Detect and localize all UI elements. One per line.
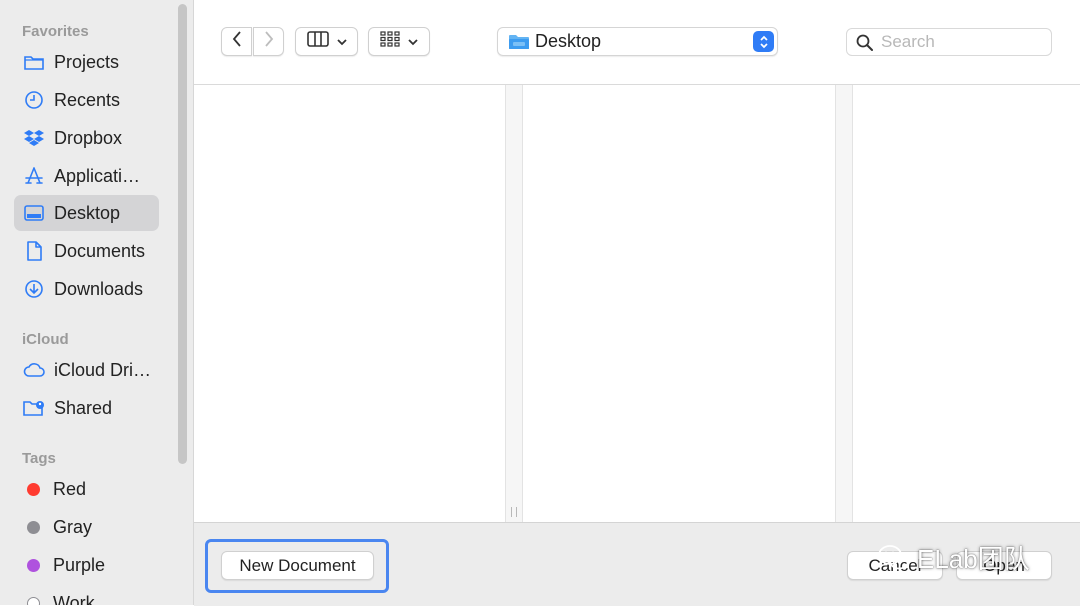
column-resizer[interactable]: [505, 85, 523, 522]
sidebar-item-label: Purple: [53, 554, 106, 575]
chevron-down-icon: [336, 33, 347, 51]
sidebar-item-label: iCloud Dri…: [54, 359, 152, 380]
folder-icon: [23, 51, 45, 73]
sidebar-item-label: Work: [53, 592, 95, 606]
sidebar-item-label: Desktop: [54, 202, 121, 223]
sidebar-item-label: Dropbox: [54, 127, 123, 148]
gray-tag-icon: [27, 520, 40, 534]
view-mode-button[interactable]: [295, 27, 358, 56]
icloud-section-title: iCloud: [22, 331, 69, 348]
sidebar-tag-red[interactable]: Red: [14, 471, 159, 507]
sidebar-scrollbar[interactable]: [178, 4, 187, 464]
downloads-icon: [23, 278, 45, 300]
clock-icon: [23, 89, 45, 111]
sidebar-item-label: Recents: [54, 89, 121, 110]
toolbar: Desktop: [194, 0, 1080, 85]
red-tag-icon: [27, 482, 40, 496]
back-button[interactable]: [221, 27, 252, 56]
column-view-icon: [306, 31, 329, 52]
sidebar-item-projects[interactable]: Projects: [14, 44, 159, 80]
applications-icon: [23, 165, 45, 187]
sidebar-item-label: Applicati…: [54, 165, 141, 186]
sidebar-tag-purple[interactable]: Purple: [14, 547, 159, 583]
favorites-section-title: Favorites: [22, 23, 89, 40]
sidebar-item-label: Red: [53, 478, 87, 499]
shared-folder-icon: [23, 397, 45, 419]
document-icon: [23, 240, 45, 262]
sidebar-item-dropbox[interactable]: Dropbox: [14, 120, 159, 156]
bottom-bar: New Document Cancel Open ELab团队: [194, 522, 1080, 606]
column-resizer[interactable]: [835, 85, 853, 522]
work-tag-icon: [27, 596, 40, 605]
cancel-button[interactable]: Cancel: [847, 551, 943, 580]
sidebar-item-recents[interactable]: Recents: [14, 82, 159, 118]
group-button[interactable]: [368, 27, 430, 56]
chevron-down-icon: [408, 33, 418, 51]
purple-tag-icon: [27, 558, 40, 572]
open-button[interactable]: Open: [956, 551, 1052, 580]
sidebar-item-icloud-drive[interactable]: iCloud Dri…: [14, 352, 159, 388]
column-browser: [194, 85, 1080, 522]
sidebar-tag-work[interactable]: Work: [14, 585, 159, 605]
location-label: Desktop: [535, 31, 602, 51]
chevron-left-icon: [232, 31, 242, 52]
chevron-right-icon: [264, 31, 274, 52]
folder-icon: [509, 34, 529, 50]
sidebar-item-shared[interactable]: Shared: [14, 390, 159, 426]
sidebar-item-desktop[interactable]: Desktop: [14, 195, 159, 231]
sidebar-item-applications[interactable]: Applicati…: [14, 158, 159, 194]
sidebar: Favorites Projects Recents Dropbox Appli…: [0, 0, 194, 605]
search-icon: [856, 34, 873, 51]
sidebar-tag-gray[interactable]: Gray: [14, 509, 159, 545]
sidebar-item-label: Downloads: [54, 278, 144, 299]
cloud-icon: [23, 359, 45, 381]
sidebar-item-documents[interactable]: Documents: [14, 233, 159, 269]
resize-grip-icon: [511, 507, 517, 517]
desktop-icon: [23, 202, 45, 224]
sidebar-item-label: Shared: [54, 397, 113, 418]
sidebar-item-label: Documents: [54, 240, 146, 261]
grid-view-icon: [380, 31, 400, 52]
sidebar-item-downloads[interactable]: Downloads: [14, 271, 159, 307]
sidebar-item-label: Projects: [54, 51, 120, 72]
location-popup[interactable]: Desktop: [497, 27, 778, 56]
search-field[interactable]: [846, 28, 1052, 56]
new-document-button[interactable]: New Document: [221, 551, 374, 580]
forward-button[interactable]: [253, 27, 284, 56]
tags-section-title: Tags: [22, 450, 56, 467]
up-down-stepper-icon: [753, 31, 774, 52]
search-input[interactable]: [879, 31, 1043, 53]
sidebar-item-label: Gray: [53, 516, 93, 537]
dropbox-icon: [23, 127, 45, 149]
